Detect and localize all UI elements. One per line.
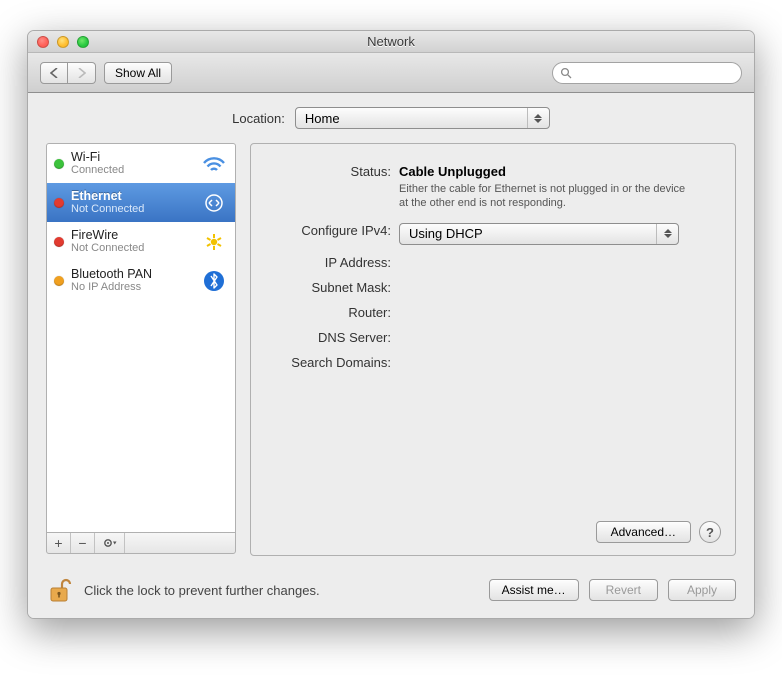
status-label: Status: — [269, 164, 399, 211]
router-label: Router: — [269, 305, 399, 320]
dns-value — [399, 330, 717, 345]
searchdomains-label: Search Domains: — [269, 355, 399, 370]
sidebar-item-bluetooth[interactable]: Bluetooth PAN No IP Address — [47, 261, 235, 300]
help-button[interactable]: ? — [699, 521, 721, 543]
wifi-icon — [200, 153, 228, 175]
zoom-button[interactable] — [77, 36, 89, 48]
status-dot — [54, 237, 64, 247]
router-value — [399, 305, 717, 320]
location-value: Home — [305, 111, 340, 126]
service-status: No IP Address — [71, 281, 193, 294]
advanced-button[interactable]: Advanced… — [596, 521, 691, 543]
lock-button[interactable] — [46, 576, 74, 604]
show-all-button[interactable]: Show All — [104, 62, 172, 84]
traffic-lights — [37, 36, 89, 48]
sidebar-text: Ethernet Not Connected — [71, 189, 193, 216]
close-button[interactable] — [37, 36, 49, 48]
searchdomains-value — [399, 355, 717, 370]
location-row: Location: Home — [46, 107, 736, 129]
service-status: Connected — [71, 164, 193, 177]
main-row: Wi-Fi Connected Ethernet Not Connected — [46, 143, 736, 556]
toolbar: Show All — [28, 53, 754, 93]
nav-segmented — [40, 62, 96, 84]
detail-panel: Status: Cable Unplugged Either the cable… — [250, 143, 736, 556]
bluetooth-icon — [200, 270, 228, 292]
service-name: FireWire — [71, 228, 193, 242]
lock-open-icon — [48, 577, 72, 603]
sidebar-wrap: Wi-Fi Connected Ethernet Not Connected — [46, 143, 236, 556]
firewire-icon — [200, 231, 228, 253]
chevron-right-icon — [77, 68, 86, 78]
service-list: Wi-Fi Connected Ethernet Not Connected — [46, 143, 236, 533]
mask-value — [399, 280, 717, 295]
sidebar-footer: + − — [46, 532, 236, 554]
dns-label: DNS Server: — [269, 330, 399, 345]
service-name: Ethernet — [71, 189, 193, 203]
chevron-left-icon — [50, 68, 59, 78]
updown-icon — [527, 108, 543, 128]
status-dot — [54, 159, 64, 169]
mask-label: Subnet Mask: — [269, 280, 399, 295]
service-actions-button[interactable] — [95, 533, 125, 553]
lock-text: Click the lock to prevent further change… — [84, 583, 320, 598]
gear-icon — [103, 537, 117, 549]
minimize-button[interactable] — [57, 36, 69, 48]
updown-icon — [656, 224, 672, 244]
sidebar-item-firewire[interactable]: FireWire Not Connected — [47, 222, 235, 261]
service-status: Not Connected — [71, 242, 193, 255]
sidebar-text: Bluetooth PAN No IP Address — [71, 267, 193, 294]
ip-value — [399, 255, 717, 270]
ethernet-icon — [200, 192, 228, 214]
configure-ipv4-select[interactable]: Using DHCP — [399, 223, 679, 245]
revert-button[interactable]: Revert — [589, 579, 658, 601]
status-value: Cable Unplugged — [399, 164, 717, 179]
window-title: Network — [367, 34, 415, 49]
location-label: Location: — [232, 111, 285, 126]
content-area: Location: Home Wi-Fi Connected — [28, 93, 754, 618]
sidebar-text: Wi-Fi Connected — [71, 150, 193, 177]
configure-value: Using DHCP — [409, 226, 483, 241]
sidebar-item-ethernet[interactable]: Ethernet Not Connected — [47, 183, 235, 222]
service-status: Not Connected — [71, 203, 193, 216]
assist-me-button[interactable]: Assist me… — [489, 579, 579, 601]
ip-label: IP Address: — [269, 255, 399, 270]
remove-service-button[interactable]: − — [71, 533, 95, 553]
search-icon — [560, 67, 572, 79]
service-name: Bluetooth PAN — [71, 267, 193, 281]
add-service-button[interactable]: + — [47, 533, 71, 553]
forward-button[interactable] — [68, 62, 96, 84]
network-preferences-window: Network Show All Location: Home — [27, 30, 755, 619]
sidebar-item-wifi[interactable]: Wi-Fi Connected — [47, 144, 235, 183]
service-name: Wi-Fi — [71, 150, 193, 164]
titlebar: Network — [28, 31, 754, 53]
configure-label: Configure IPv4: — [269, 223, 399, 245]
back-button[interactable] — [40, 62, 68, 84]
apply-button[interactable]: Apply — [668, 579, 736, 601]
bottom-bar: Click the lock to prevent further change… — [46, 556, 736, 604]
search-field[interactable] — [552, 62, 742, 84]
status-dot — [54, 198, 64, 208]
location-select[interactable]: Home — [295, 107, 550, 129]
sidebar-text: FireWire Not Connected — [71, 228, 193, 255]
status-dot — [54, 276, 64, 286]
status-message: Either the cable for Ethernet is not plu… — [399, 182, 689, 211]
